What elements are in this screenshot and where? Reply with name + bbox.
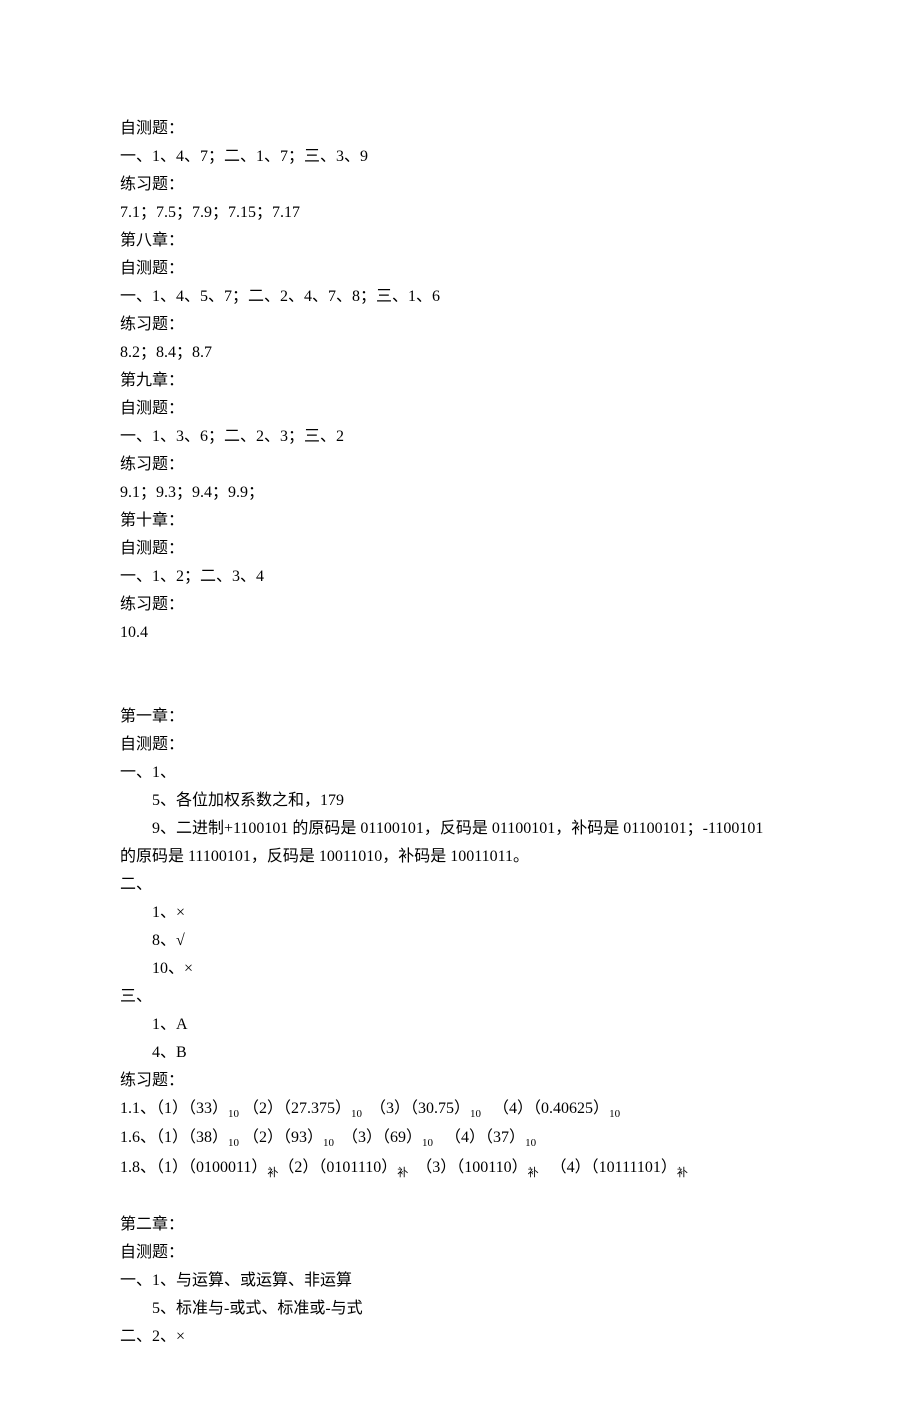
- text-line: 8、√: [120, 927, 800, 955]
- text-line: 练习题：: [120, 1067, 800, 1095]
- text-line: 自测题：: [120, 731, 800, 759]
- text-line: 练习题：: [120, 171, 800, 199]
- text-line: 1、×: [120, 899, 800, 927]
- text-line: 10、×: [120, 955, 800, 983]
- text-line: 1.8、（1）（0100011）补（2）（0101110）补 （3）（10011…: [120, 1154, 800, 1183]
- blank-line: [120, 647, 800, 675]
- text-line: 三、: [120, 983, 800, 1011]
- text-line: 的原码是 11100101，反码是 10011010，补码是 10011011。: [120, 843, 800, 871]
- text-line: 一、1、3、6；二、2、3；三、2: [120, 423, 800, 451]
- text-line: 1、A: [120, 1011, 800, 1039]
- text-line: 8.2；8.4；8.7: [120, 339, 800, 367]
- text-line: 自测题：: [120, 1239, 800, 1267]
- text-line: 一、1、与运算、或运算、非运算: [120, 1267, 800, 1295]
- blank-line: [120, 675, 800, 703]
- text-line: 1.6、（1）（38）10 （2）（93）10 （3）（69）10 （4）（37…: [120, 1124, 800, 1153]
- text-line: 二、: [120, 871, 800, 899]
- text-line: 第九章：: [120, 367, 800, 395]
- text-line: 9.1；9.3；9.4；9.9；: [120, 479, 800, 507]
- text-line: 一、1、2；二、3、4: [120, 563, 800, 591]
- text-line: 9、二进制+1100101 的原码是 01100101，反码是 01100101…: [120, 815, 800, 843]
- text-line: 练习题：: [120, 451, 800, 479]
- text-line: 自测题：: [120, 115, 800, 143]
- text-line: 第二章：: [120, 1211, 800, 1239]
- text-line: 自测题：: [120, 395, 800, 423]
- document-page: 自测题：一、1、4、7；二、1、7；三、3、9练习题：7.1；7.5；7.9；7…: [0, 0, 920, 1411]
- text-line: 一、1、4、7；二、1、7；三、3、9: [120, 143, 800, 171]
- text-line: 1.1、（1）（33）10 （2）（27.375）10 （3）（30.75）10…: [120, 1095, 800, 1124]
- text-line: 练习题：: [120, 311, 800, 339]
- text-line: 7.1；7.5；7.9；7.15；7.17: [120, 199, 800, 227]
- text-line: 5、各位加权系数之和，179: [120, 787, 800, 815]
- text-line: 第十章：: [120, 507, 800, 535]
- text-line: 4、B: [120, 1039, 800, 1067]
- text-line: 第八章：: [120, 227, 800, 255]
- blank-line: [120, 1183, 800, 1211]
- text-line: 自测题：: [120, 535, 800, 563]
- text-line: 第一章：: [120, 703, 800, 731]
- text-line: 自测题：: [120, 255, 800, 283]
- text-line: 一、1、: [120, 759, 800, 787]
- text-line: 一、1、4、5、7；二、2、4、7、8；三、1、6: [120, 283, 800, 311]
- text-line: 5、标准与-或式、标准或-与式: [120, 1295, 800, 1323]
- text-line: 10.4: [120, 619, 800, 647]
- text-line: 二、2、×: [120, 1323, 800, 1351]
- text-line: 练习题：: [120, 591, 800, 619]
